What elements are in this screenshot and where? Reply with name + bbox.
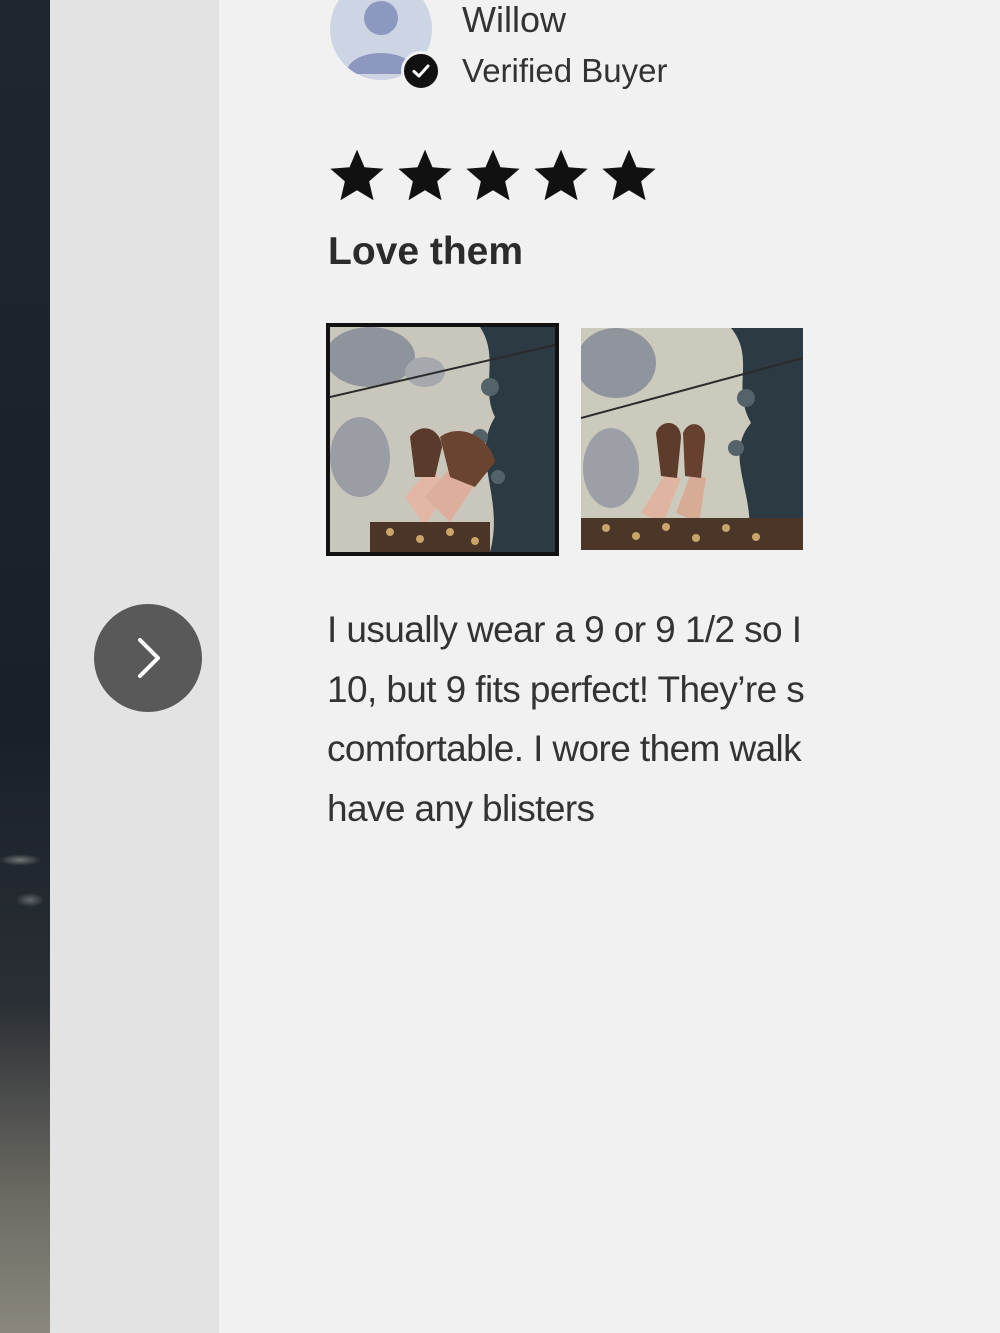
review-carousel: Willow Verified Buyer Love them I usuall… [0, 0, 1000, 1333]
star-rating [326, 145, 660, 207]
review-body-line: comfortable. I wore them walk [327, 728, 802, 769]
review-photo-thumbnail[interactable] [326, 323, 559, 556]
verified-buyer-label: Verified Buyer [462, 52, 668, 89]
star-icon [398, 149, 452, 201]
reviewer-name: Willow [462, 0, 566, 40]
review-body: I usually wear a 9 or 9 1/2 so I 10, but… [327, 600, 881, 840]
star-icon [534, 149, 588, 201]
review-body-line: 10, but 9 fits perfect! They’re s [327, 668, 805, 710]
star-icon [602, 149, 656, 201]
review-photo-thumbnail[interactable] [581, 328, 803, 550]
check-badge-icon [401, 51, 441, 91]
review-body-line: I usually wear a 9 or 9 1/2 so I [327, 609, 802, 650]
chevron-right-icon [138, 638, 160, 678]
background-photo [0, 0, 50, 1333]
star-icon [330, 149, 384, 201]
review-body-line: have any blisters [327, 787, 595, 829]
next-review-button[interactable] [94, 604, 202, 712]
star-icon [466, 149, 520, 201]
review-title: Love them [328, 230, 524, 273]
